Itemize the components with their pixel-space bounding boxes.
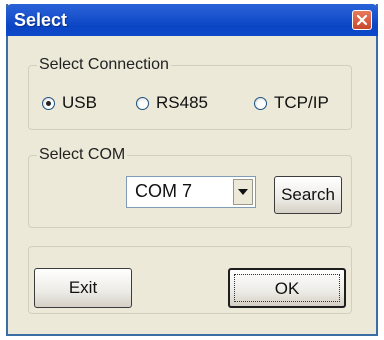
exit-button[interactable]: Exit [34,268,132,308]
ok-button-label: OK [274,279,300,298]
radio-usb[interactable]: USB [42,93,97,113]
radio-usb-indicator[interactable] [42,96,55,110]
radio-tcpip-label: TCP/IP [274,93,329,112]
select-connection-legend: Select Connection [39,56,169,73]
radio-tcpip[interactable]: TCP/IP [254,93,329,113]
radio-rs485-indicator[interactable] [136,96,149,110]
title-bar[interactable]: Select [6,4,378,36]
radio-tcpip-indicator[interactable] [254,96,267,110]
select-com-legend: Select COM [39,146,126,163]
radio-rs485[interactable]: RS485 [136,93,208,113]
search-button[interactable]: Search [274,176,342,214]
radio-usb-label: USB [62,93,97,112]
window-title: Select [14,10,68,30]
close-button[interactable] [352,10,372,30]
com-port-dropdown-button[interactable] [233,179,253,205]
ok-button[interactable]: OK [228,268,346,308]
com-port-select[interactable]: COM 7 [126,176,256,208]
radio-rs485-label: RS485 [156,93,208,112]
com-port-value: COM 7 [135,181,193,201]
